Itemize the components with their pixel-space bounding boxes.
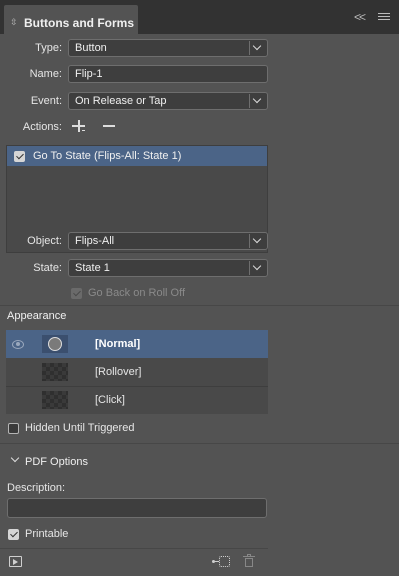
name-field[interactable]: Flip-1 xyxy=(68,65,268,83)
panel-tab[interactable]: ⇳ Buttons and Forms xyxy=(4,5,138,34)
type-value: Button xyxy=(75,42,107,54)
state-thumbnail xyxy=(42,391,68,409)
object-value: Flips-All xyxy=(75,235,115,247)
event-label: Event: xyxy=(30,95,62,107)
state-value: State 1 xyxy=(75,262,110,274)
collapse-icon[interactable]: ⇳ xyxy=(10,17,20,27)
name-label: Name: xyxy=(29,68,62,80)
description-field[interactable] xyxy=(7,498,267,518)
eye-icon[interactable] xyxy=(12,338,24,350)
plus-icon[interactable] xyxy=(72,119,86,133)
appearance-states-list[interactable]: [Normal] [Rollover] [Click] xyxy=(6,330,268,414)
minus-icon[interactable] xyxy=(103,119,117,133)
divider xyxy=(0,305,399,306)
state-thumbnail xyxy=(42,335,68,353)
event-select[interactable]: On Release or Tap xyxy=(68,92,268,110)
state-row-click[interactable]: [Click] xyxy=(6,386,268,414)
appearance-heading: Appearance xyxy=(7,310,67,322)
hamburger-menu-icon[interactable] xyxy=(378,11,390,23)
state-label: State: xyxy=(33,262,62,274)
panel-footer xyxy=(0,550,399,576)
trash-icon[interactable] xyxy=(243,554,255,568)
state-name: [Rollover] xyxy=(95,366,142,378)
description-label: Description: xyxy=(7,482,66,494)
go-back-checkbox[interactable] xyxy=(71,288,82,299)
state-name: [Click] xyxy=(95,394,125,406)
chevron-down-icon xyxy=(249,234,266,248)
action-item-label: Go To State (Flips-All: State 1) xyxy=(33,150,182,162)
chevron-down-icon xyxy=(249,261,266,275)
divider xyxy=(0,443,399,444)
state-row-rollover[interactable]: [Rollover] xyxy=(6,358,268,386)
object-label: Object: xyxy=(27,235,62,247)
type-label: Type: xyxy=(35,42,62,54)
type-select[interactable]: Button xyxy=(68,39,268,57)
go-back-label: Go Back on Roll Off xyxy=(88,287,186,299)
action-enabled-checkbox[interactable] xyxy=(14,151,25,162)
panel-title: Buttons and Forms xyxy=(24,16,134,30)
panel-tab-bar: ⇳ Buttons and Forms << xyxy=(0,0,399,34)
state-name: [Normal] xyxy=(95,338,141,350)
chevron-down-icon xyxy=(249,41,266,55)
object-select[interactable]: Flips-All xyxy=(68,232,268,250)
state-select[interactable]: State 1 xyxy=(68,259,268,277)
preview-icon[interactable] xyxy=(9,556,22,567)
double-chevron-left-icon[interactable]: << xyxy=(354,10,368,24)
chevron-down-icon xyxy=(249,94,266,108)
convert-to-button-icon[interactable] xyxy=(212,555,230,569)
list-item[interactable]: Go To State (Flips-All: State 1) xyxy=(7,146,267,166)
pdf-options-heading[interactable]: PDF Options xyxy=(25,454,88,470)
event-value: On Release or Tap xyxy=(75,95,167,107)
printable-checkbox[interactable] xyxy=(8,529,19,540)
hidden-until-triggered-checkbox[interactable] xyxy=(8,423,19,434)
hidden-until-triggered-label: Hidden Until Triggered xyxy=(25,422,135,434)
state-row-normal[interactable]: [Normal] xyxy=(6,330,268,358)
chevron-down-icon[interactable] xyxy=(10,453,20,463)
printable-label: Printable xyxy=(25,528,69,540)
actions-label: Actions: xyxy=(22,121,62,133)
state-thumbnail xyxy=(42,363,68,381)
divider xyxy=(0,548,268,549)
